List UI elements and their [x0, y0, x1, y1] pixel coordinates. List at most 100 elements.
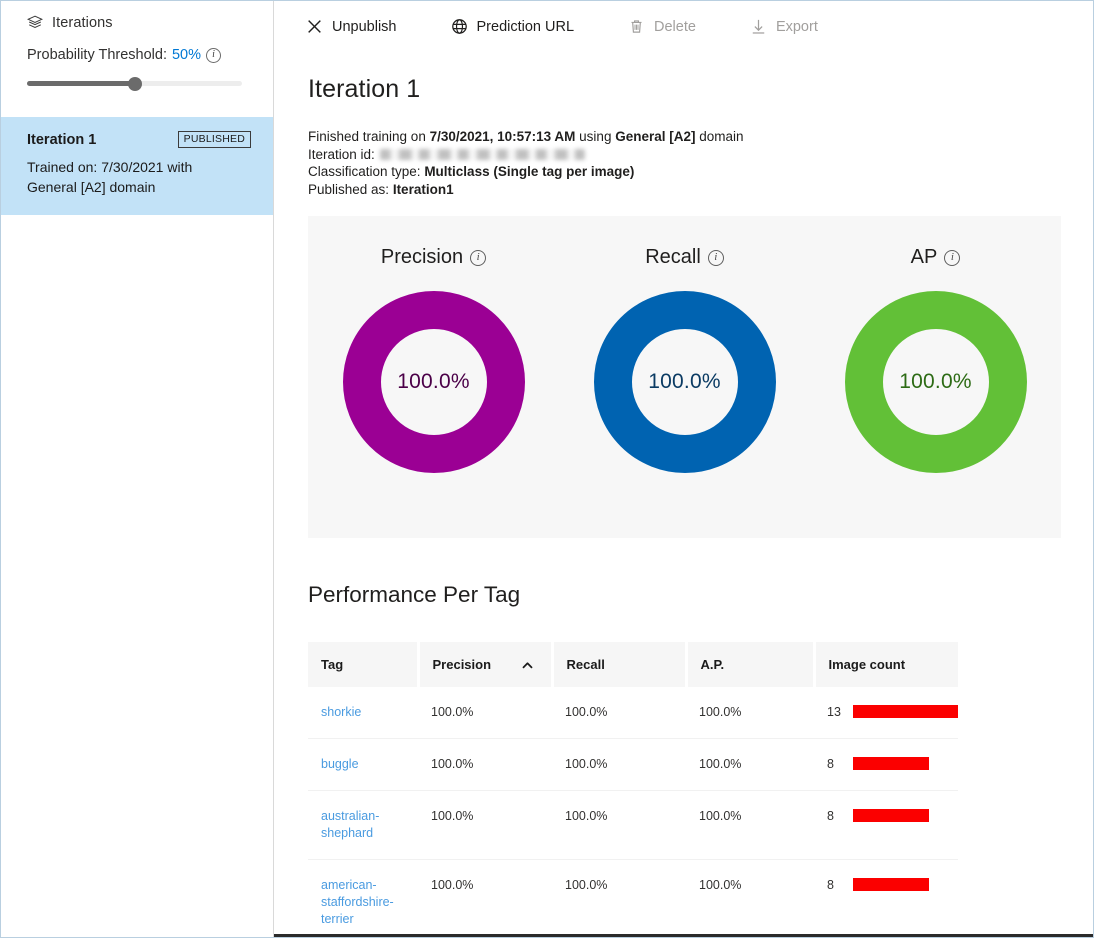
info-icon[interactable]: i — [470, 249, 487, 266]
donut-chart: 100.0% — [593, 291, 776, 474]
cell-recall: 100.0% — [552, 687, 686, 740]
tag-link[interactable]: australian-shephard — [321, 808, 418, 842]
metric-title: Precision i — [380, 246, 487, 269]
iteration-card-subtitle: Trained on: 7/30/2021 with General [A2] … — [27, 159, 193, 195]
meta-iteration-id: Iteration id: — [308, 146, 1093, 164]
iteration-card-title: Iteration 1 — [27, 131, 97, 148]
image-count-bar — [853, 705, 958, 719]
column-header-tag-label: Tag — [321, 657, 344, 673]
column-header-precision[interactable]: Precision — [418, 642, 554, 688]
horizontal-scrollbar[interactable] — [274, 934, 1093, 937]
cell-image-count: 8 — [814, 860, 958, 937]
meta-published-value: Iteration1 — [392, 181, 454, 197]
column-header-tag[interactable]: Tag — [308, 642, 420, 688]
tag-link[interactable]: american-staffordshire-terrier — [321, 877, 418, 928]
metric-ap: AP i 100.0% — [810, 216, 1061, 538]
image-count-value: 13 — [827, 705, 841, 720]
table-row: buggle 100.0% 100.0% 100.0% 8 — [308, 738, 958, 792]
donut-chart: 100.0% — [844, 291, 1027, 474]
info-icon[interactable]: i — [707, 249, 724, 266]
meta-finished-middle: using — [575, 129, 616, 144]
cell-ap: 100.0% — [686, 790, 814, 861]
cell-image-count: 8 — [814, 738, 958, 792]
cell-precision: 100.0% — [418, 687, 552, 740]
cell-image-count: 8 — [814, 790, 958, 861]
slider-fill — [27, 81, 135, 86]
export-button[interactable]: Export — [736, 12, 832, 41]
meta-iteration-id-redacted — [379, 148, 585, 160]
cell-precision: 100.0% — [418, 790, 552, 861]
cell-tag: american-staffordshire-terrier — [308, 860, 418, 937]
metric-recall: Recall i 100.0% — [559, 216, 810, 538]
meta-finished-suffix: domain — [695, 129, 744, 144]
layers-icon — [26, 15, 44, 31]
table-header-row: Tag Precision Recall A.P. Image count — [308, 642, 958, 688]
cell-image-count: 13 — [814, 687, 958, 740]
status-badge: PUBLISHED — [177, 131, 251, 148]
column-header-recall-label: Recall — [566, 657, 605, 673]
unpublish-label: Unpublish — [332, 18, 397, 35]
meta-iteration-id-label: Iteration id: — [308, 146, 375, 162]
meta-finished-prefix: Finished training on — [308, 129, 430, 144]
metric-title-label: Recall — [645, 246, 701, 269]
info-icon[interactable]: i — [944, 249, 961, 266]
iterations-sidebar: Iterations Probability Threshold: 50% i … — [1, 1, 274, 937]
meta-classification-value: Multiclass (Single tag per image) — [424, 164, 635, 180]
prediction-url-label: Prediction URL — [476, 18, 575, 35]
metric-title-label: AP — [910, 246, 938, 269]
table-body: shorkie 100.0% 100.0% 100.0% 13 buggle 100.0% 1… — [308, 687, 958, 937]
column-header-ap-label: A.P. — [700, 657, 725, 673]
image-count-value: 8 — [827, 878, 834, 893]
cell-recall: 100.0% — [552, 738, 686, 792]
column-header-image-count[interactable]: Image count — [814, 642, 958, 688]
cell-recall: 100.0% — [565, 878, 608, 893]
table-row: australian-shephard 100.0% 100.0% 100.0% 8 — [308, 790, 958, 861]
meta-published-as: Published as: Iteration1 — [308, 181, 1093, 199]
probability-threshold-slider[interactable] — [27, 75, 242, 93]
cell-ap: 100.0% — [686, 738, 814, 792]
performance-per-tag-table: Tag Precision Recall A.P. Image count sh… — [308, 642, 958, 937]
delete-label: Delete — [654, 18, 696, 35]
prediction-url-button[interactable]: Prediction URL — [437, 12, 589, 41]
cell-tag: shorkie — [308, 687, 418, 740]
column-header-precision-label: Precision — [432, 657, 492, 673]
tag-link[interactable]: buggle — [321, 756, 359, 773]
chevron-up-icon — [522, 659, 533, 670]
column-header-recall[interactable]: Recall — [552, 642, 688, 688]
image-count-value: 8 — [827, 757, 834, 772]
donut-chart: 100.0% — [342, 291, 525, 474]
meta-finished-date: 7/30/2021, 10:57:13 AM — [429, 129, 576, 144]
main-panel: Unpublish Prediction URL Delete Export I… — [274, 1, 1093, 937]
donut-value: 100.0% — [397, 370, 470, 394]
sidebar-item-iteration-1[interactable]: Iteration 1 PUBLISHED Trained on: 7/30/2… — [1, 117, 273, 215]
metric-precision: Precision i 100.0% — [308, 216, 559, 538]
cell-ap: 100.0% — [699, 878, 742, 893]
performance-per-tag-title: Performance Per Tag — [308, 582, 521, 608]
donut-value: 100.0% — [899, 370, 972, 394]
table-row: american-staffordshire-terrier 100.0% 100.… — [308, 860, 958, 937]
probability-threshold-block: Probability Threshold: 50% i — [1, 31, 273, 93]
cell-recall: 100.0% — [552, 790, 686, 861]
curated-vision-iteration-page: Iterations Probability Threshold: 50% i … — [0, 0, 1094, 938]
metrics-panel: Precision i 100.0% Recall i 100.0% AP i 100.0% — [308, 216, 1061, 539]
meta-finished-training: Finished training on 7/30/2021, 10:57:13… — [308, 128, 1093, 146]
export-label: Export — [775, 18, 818, 35]
sidebar-header: Iterations — [1, 1, 273, 31]
globe-icon — [451, 18, 468, 35]
delete-button[interactable]: Delete — [614, 12, 710, 41]
info-icon[interactable]: i — [206, 47, 222, 63]
image-count-bar — [853, 878, 929, 892]
cell-ap: 100.0% — [686, 687, 814, 740]
unpublish-button[interactable]: Unpublish — [292, 12, 411, 41]
column-header-ap[interactable]: A.P. — [686, 642, 816, 688]
image-count-value: 8 — [827, 809, 834, 824]
tag-link[interactable]: shorkie — [321, 704, 361, 721]
donut-value: 100.0% — [648, 370, 721, 394]
image-count-bar — [853, 757, 929, 771]
iteration-content: Iteration 1 Finished training on 7/30/20… — [274, 53, 1093, 937]
metric-title-label: Precision — [380, 246, 464, 269]
table-header: Tag Precision Recall A.P. Image count — [308, 642, 958, 688]
meta-classification-type: Classification type: Multiclass (Single … — [308, 163, 1093, 181]
slider-thumb[interactable] — [127, 77, 142, 91]
close-icon — [306, 18, 323, 35]
